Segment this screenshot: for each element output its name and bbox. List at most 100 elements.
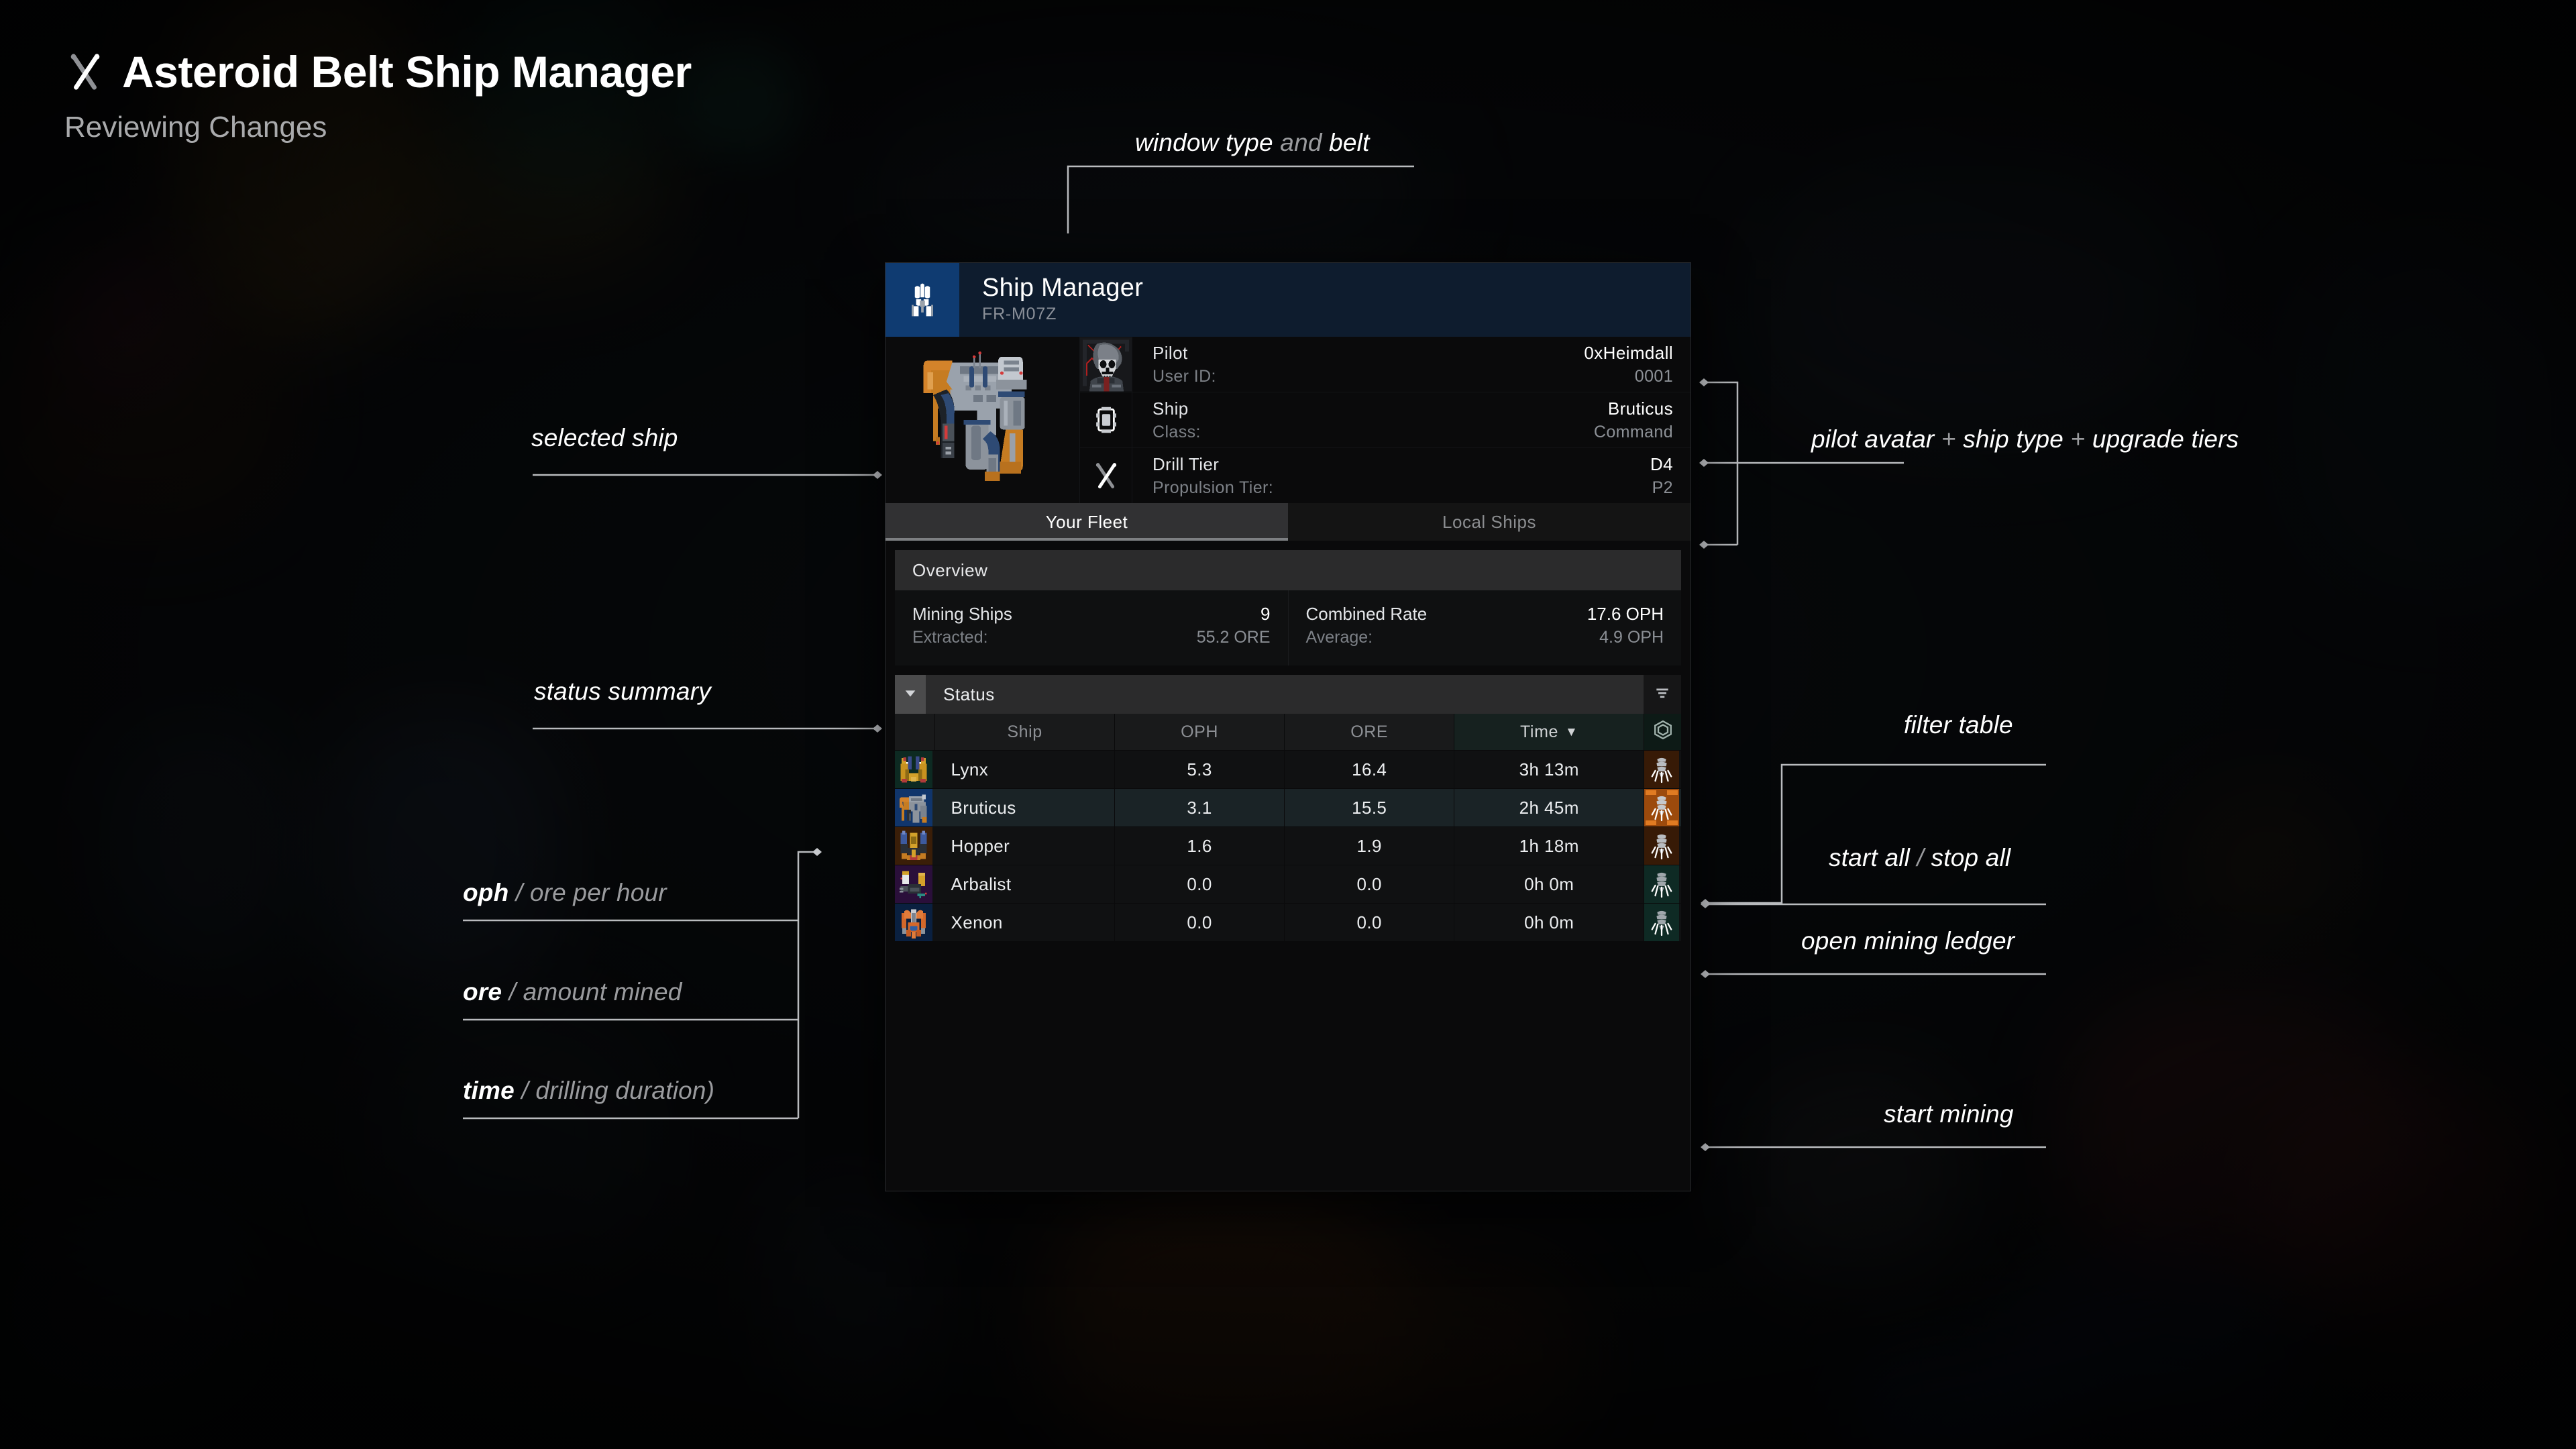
cell-oph: 1.6: [1114, 826, 1285, 865]
collapse-toggle[interactable]: [895, 675, 926, 714]
overview-cell-mining-ships: Mining Ships 9 Extracted: 55.2 ORE: [895, 590, 1288, 665]
ship-class-icon: [1080, 392, 1132, 447]
table-row[interactable]: Arbalist 0.0 0.0 0h 0m: [895, 865, 1681, 904]
sort-caret-down-icon: ▼: [1565, 724, 1578, 739]
drill-icon: [1651, 796, 1672, 822]
ship-thumbnail: [895, 903, 935, 941]
start-mining-button[interactable]: [1644, 904, 1680, 941]
info-subvalue-userid: 0001: [1634, 366, 1673, 386]
info-value-pilot: 0xHeimdall: [1584, 342, 1673, 363]
ship-thumbnail: [895, 826, 935, 865]
table-row[interactable]: Bruticus 3.1 15.5 2h 45m: [895, 788, 1681, 827]
overview-label-mining-ships: Mining Ships: [912, 604, 1012, 624]
annotation-pilot-row: pilot avatar + ship type + upgrade tiers: [1811, 425, 2239, 453]
cell-time: 1h 18m: [1454, 826, 1645, 865]
cell-action: [1644, 750, 1681, 789]
stop-mining-button[interactable]: [1644, 751, 1680, 788]
drill-icon: [1651, 872, 1672, 898]
cell-ore: 1.9: [1284, 826, 1455, 865]
cell-ore: 0.0: [1284, 903, 1455, 941]
ship-thumbnail: [895, 788, 935, 827]
window-subtitle: FR-M07Z: [982, 305, 1057, 324]
drill-icon: [1651, 910, 1672, 936]
cell-oph: 0.0: [1114, 903, 1285, 941]
info-sublabel-class: Class:: [1152, 422, 1201, 441]
cell-action: [1644, 865, 1681, 904]
crossed-tools-icon: [1080, 448, 1132, 503]
page-subtitle: Reviewing Changes: [64, 111, 327, 144]
info-value-ship: Bruticus: [1607, 398, 1673, 419]
col-time[interactable]: Time ▼: [1454, 714, 1645, 751]
ship-preview[interactable]: [885, 337, 1080, 503]
fleet-table: Ship OPH ORE Time ▼ Lynx 5.3 16.4 3h 13m…: [895, 714, 1681, 941]
table-row[interactable]: Lynx 5.3 16.4 3h 13m: [895, 750, 1681, 789]
overview-label-combined-rate: Combined Rate: [1305, 604, 1428, 624]
drill-icon: [1651, 834, 1672, 860]
leader-start-stop-all: [1699, 899, 2047, 912]
fleet-tabs: Your Fleet Local Ships: [885, 503, 1690, 541]
overview-value-average: 4.9 OPH: [1599, 628, 1664, 647]
table-row[interactable]: Xenon 0.0 0.0 0h 0m: [895, 903, 1681, 941]
overview-stats: Mining Ships 9 Extracted: 55.2 ORE Combi…: [895, 590, 1681, 665]
cell-action: [1644, 826, 1681, 865]
cell-time: 0h 0m: [1454, 903, 1645, 941]
col-actions: [1644, 714, 1681, 751]
cell-ship-name: Lynx: [934, 750, 1116, 789]
window-titlebar: Ship Manager FR-M07Z: [885, 263, 1690, 337]
stop-mining-button[interactable]: [1644, 827, 1680, 865]
page-title: Asteroid Belt Ship Manager: [122, 47, 692, 97]
table-row[interactable]: Hopper 1.6 1.9 1h 18m: [895, 826, 1681, 865]
tab-local-ships[interactable]: Local Ships: [1288, 503, 1690, 541]
crossed-tools-icon: [64, 51, 106, 93]
status-bar: Status: [895, 675, 1681, 714]
annotation-window-type: window type and belt: [1135, 129, 1370, 156]
annotation-col-ore: ore / amount mined: [463, 978, 682, 1006]
info-rows: Pilot 0xHeimdall User ID: 0001 Ship Brut…: [1080, 337, 1690, 503]
annotation-col-time: time / drilling duration): [463, 1077, 715, 1104]
cell-oph: 3.1: [1114, 788, 1285, 827]
overview-value-extracted: 55.2 ORE: [1196, 628, 1271, 647]
filter-table-button[interactable]: [1644, 675, 1681, 714]
mining-ship-sprite: [906, 343, 1059, 496]
cell-action: [1644, 788, 1681, 827]
cell-time: 2h 45m: [1454, 788, 1645, 827]
cell-action: [1644, 903, 1681, 941]
col-time-label: Time: [1519, 722, 1559, 741]
leader-selected-ship: [533, 470, 888, 483]
col-ore[interactable]: ORE: [1284, 714, 1455, 751]
info-row-drill-tier: Drill Tier D4 Propulsion Tier: P2: [1080, 448, 1690, 503]
overview-heading: Overview: [895, 550, 1681, 590]
cell-ship-name: Bruticus: [934, 788, 1116, 827]
hexagon-ledger-icon[interactable]: [1653, 720, 1673, 745]
tab-your-fleet[interactable]: Your Fleet: [885, 503, 1288, 541]
annotation-start-stop-all: start all / stop all: [1829, 844, 2011, 871]
annotation-filter-table: filter table: [1904, 711, 2013, 739]
cell-time: 3h 13m: [1454, 750, 1645, 789]
stop-mining-button[interactable]: [1644, 789, 1680, 826]
cell-ore: 16.4: [1284, 750, 1455, 789]
col-thumb: [895, 714, 936, 751]
status-label: Status: [926, 675, 1644, 714]
ship-thumbnail: [895, 750, 935, 789]
info-label-pilot: Pilot: [1152, 342, 1188, 363]
leader-start-mining: [1699, 1142, 2047, 1155]
overview-cell-combined-rate: Combined Rate 17.6 OPH Average: 4.9 OPH: [1287, 590, 1682, 665]
ship-manager-window: Ship Manager FR-M07Z Pilot 0xHeimdall Us…: [885, 263, 1690, 1191]
leader-pilot-row: [1696, 377, 1911, 551]
info-label-ship: Ship: [1152, 398, 1189, 419]
ship-badge-icon: [885, 263, 959, 337]
col-ship[interactable]: Ship: [934, 714, 1116, 751]
annotation-col-oph: oph / ore per hour: [463, 879, 667, 906]
overview-label-extracted: Extracted:: [912, 628, 988, 647]
annotation-status-summary: status summary: [534, 678, 711, 705]
caret-down-icon: [903, 686, 918, 704]
window-title: Ship Manager: [982, 274, 1144, 303]
cell-oph: 5.3: [1114, 750, 1285, 789]
col-oph[interactable]: OPH: [1114, 714, 1285, 751]
start-mining-button[interactable]: [1644, 865, 1680, 903]
cell-ship-name: Hopper: [934, 826, 1116, 865]
annotation-start-mining: start mining: [1884, 1100, 2014, 1128]
cell-oph: 0.0: [1114, 865, 1285, 904]
info-value-drill-tier: D4: [1650, 453, 1673, 474]
drill-icon: [1651, 757, 1672, 784]
